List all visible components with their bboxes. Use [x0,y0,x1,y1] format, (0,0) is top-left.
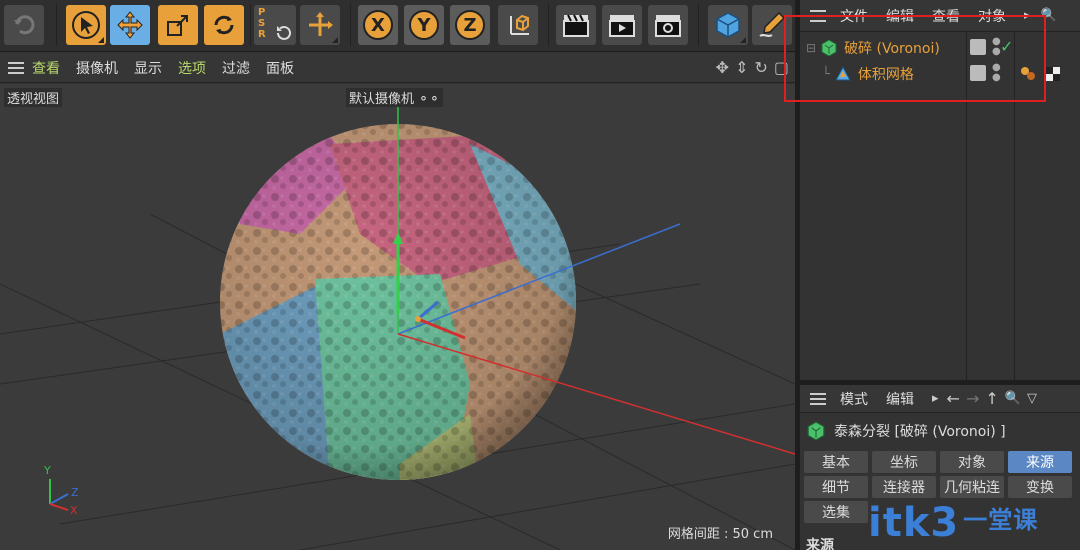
tab-sources[interactable]: 来源 [1008,451,1072,473]
coordinate-system-button[interactable] [300,5,340,45]
world-axis-icon [309,12,333,36]
viewport-menu-options[interactable]: 选项 [178,58,206,78]
move-arrows-icon [117,11,143,39]
perspective-viewport[interactable]: Y Z X 透视视图 默认摄像机 ⚬⚬ 网格间距 : 50 cm [0,84,795,550]
axis-label-z: Z [71,486,79,499]
main-toolbar: PSR X Y Z [0,0,795,52]
viewport-name: 透视视图 [4,88,63,107]
attribute-title-row: 泰森分裂 [破碎 (Voronoi) ] [800,413,1080,449]
watermark-logo: itk3 一堂课 [868,500,1038,546]
pan-view-icon[interactable]: ✥ [716,58,729,77]
select-cursor-icon [72,11,100,39]
psr-button[interactable]: PSR [254,5,296,45]
rotate-tool-button[interactable] [204,5,244,45]
up-arrow-icon[interactable]: ↑ [985,389,998,408]
tab-selections[interactable]: 选集 [804,501,868,523]
viewport-menu-display[interactable]: 显示 [134,58,162,78]
axis-label-x: X [70,504,78,517]
forward-arrow-icon[interactable]: → [966,389,979,408]
axis-x-lock-button[interactable]: X [358,5,398,45]
scale-tool-button[interactable] [158,5,198,45]
highlight-annotation-box [784,15,1046,102]
axis-y-icon: Y [409,10,439,40]
cube-icon [716,12,740,38]
viewport-menu-view[interactable]: 查看 [32,58,60,78]
tab-geometry-glue[interactable]: 几何粘连 [940,476,1004,498]
voronoi-sphere [220,124,576,480]
clapper-play-icon [609,15,635,37]
axis-label-y: Y [43,464,51,477]
tab-coordinates[interactable]: 坐标 [872,451,936,473]
tab-basic[interactable]: 基本 [804,451,868,473]
psr-label: PSR [258,7,266,40]
rotate-view-icon[interactable]: ↻ [754,58,767,77]
attribute-manager-menu: 模式 编辑 ▸ ← → ↑ 🔍 ▽ [800,385,1080,413]
dolly-view-icon[interactable]: ⇕ [735,58,748,77]
rotate-icon [214,15,234,35]
scene-canvas: Y Z X [0,104,795,550]
axis-z-icon: Z [455,10,485,40]
attribute-menu-icon[interactable] [810,392,826,405]
camera-icon: ⚬⚬ [418,92,440,107]
watermark-main: itk3 [868,500,960,546]
move-tool-button[interactable] [110,5,150,45]
section-heading-sources: 来源 [806,538,834,550]
render-to-picture-viewer-button[interactable] [602,5,642,45]
camera-label: 默认摄像机 [349,92,415,107]
clapper-gear-icon [655,15,681,37]
add-cube-button[interactable] [708,5,748,45]
viewport-menu-bar: 查看 摄像机 显示 选项 过滤 面板 ✥ ⇕ ↻ ▢ [0,53,795,83]
axis-y-lock-button[interactable]: Y [404,5,444,45]
filter-icon[interactable]: ▽ [1027,391,1037,406]
clapper-icon [563,14,589,37]
voronoi-fracture-icon [807,421,825,441]
back-arrow-icon[interactable]: ← [947,389,960,408]
tab-transform[interactable]: 变换 [1008,476,1072,498]
object-coordinate-button[interactable] [498,5,538,45]
tab-connectors[interactable]: 连接器 [872,476,936,498]
scale-icon [167,15,188,36]
viewport-camera-name[interactable]: 默认摄像机 ⚬⚬ [346,88,443,107]
viewport-menu-icon[interactable] [8,61,24,74]
viewport-menu-cameras[interactable]: 摄像机 [76,58,118,78]
grid-spacing-readout: 网格间距 : 50 cm [667,527,773,542]
undo-button[interactable] [4,5,44,45]
tab-object[interactable]: 对象 [940,451,1004,473]
render-settings-button[interactable] [648,5,688,45]
am-menu-edit[interactable]: 编辑 [886,389,914,409]
pen-icon [759,11,786,37]
render-view-button[interactable] [556,5,596,45]
am-menu-more-icon[interactable]: ▸ [932,391,939,406]
am-menu-mode[interactable]: 模式 [840,389,868,409]
tab-details[interactable]: 细节 [804,476,868,498]
undo-icon [14,15,35,35]
axis-x-icon: X [363,10,393,40]
object-axis-cube-icon [510,14,529,35]
am-search-icon[interactable]: 🔍 [1005,391,1021,406]
viewport-menu-filter[interactable]: 过滤 [222,58,250,78]
axis-indicator: Y Z X [43,464,79,517]
checker-tag-icon[interactable] [1046,67,1060,81]
axis-z-lock-button[interactable]: Z [450,5,490,45]
select-tool-button[interactable] [66,5,106,45]
viewport-menu-panel[interactable]: 面板 [266,58,294,78]
reset-icon [277,25,291,40]
attribute-object-title: 泰森分裂 [破碎 (Voronoi) ] [834,424,1006,440]
watermark-sub: 一堂课 [963,506,1039,534]
